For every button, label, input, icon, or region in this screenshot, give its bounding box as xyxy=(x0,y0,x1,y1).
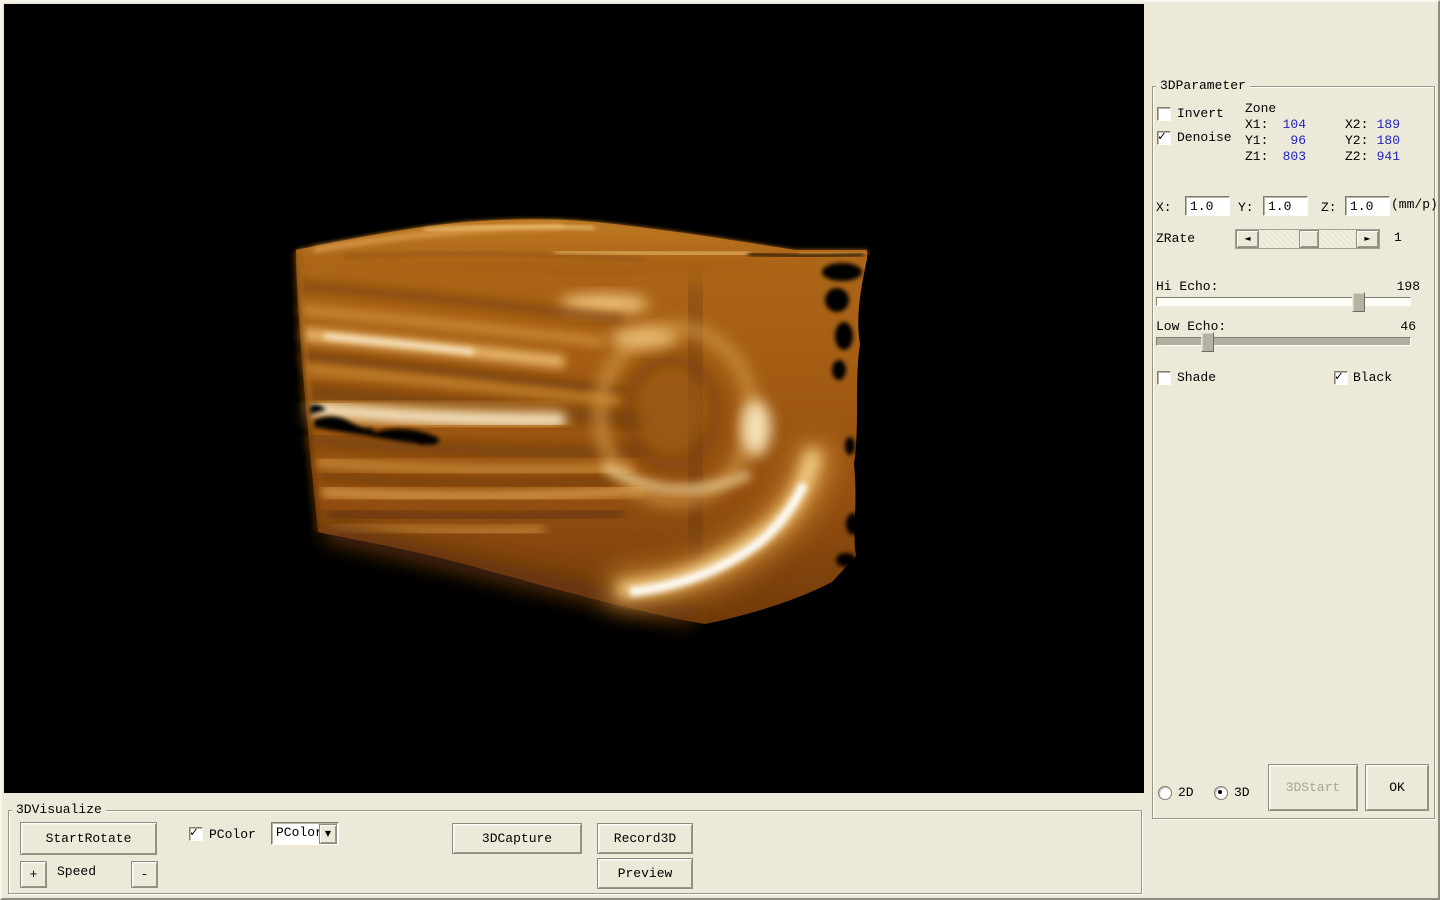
speed-minus-button[interactable]: - xyxy=(131,861,158,888)
zone-x2-label: X2: xyxy=(1345,117,1368,132)
start3d-button[interactable]: 3DStart xyxy=(1268,764,1358,811)
zrate-value: 1 xyxy=(1394,230,1402,245)
preview-button[interactable]: Preview xyxy=(597,858,693,889)
zrate-scrollbar[interactable]: ◄ ► xyxy=(1235,229,1380,249)
zone-y2-value: 180 xyxy=(1370,133,1400,148)
scale-unit-label: (mm/p) xyxy=(1391,197,1438,212)
denoise-checkbox[interactable]: ✓ xyxy=(1157,131,1171,145)
shade-label: Shade xyxy=(1177,370,1216,385)
visualize-groupbox-title: 3DVisualize xyxy=(12,802,106,817)
hi-echo-track[interactable] xyxy=(1156,297,1411,306)
mode-2d-radio[interactable] xyxy=(1158,786,1172,800)
pcolor-label: PColor xyxy=(209,827,256,842)
zone-x1-value: 104 xyxy=(1272,117,1306,132)
zrate-label: ZRate xyxy=(1156,231,1195,246)
black-label: Black xyxy=(1353,370,1392,385)
mode-3d-radio[interactable] xyxy=(1214,786,1228,800)
y-scale-input[interactable]: 1.0 xyxy=(1263,196,1308,216)
zone-z2-value: 941 xyxy=(1370,149,1400,164)
speed-label: Speed xyxy=(57,864,96,879)
left-arrow-icon: ◄ xyxy=(1244,235,1250,243)
z-scale-label: Z: xyxy=(1321,200,1337,215)
chevron-down-icon: ▼ xyxy=(325,830,331,838)
zone-y2-label: Y2: xyxy=(1345,133,1368,148)
ok-button[interactable]: OK xyxy=(1365,764,1429,811)
y-scale-label: Y: xyxy=(1238,200,1254,215)
application-window: 3DParameter Invert ✓ Denoise Zone X1: 10… xyxy=(0,0,1440,900)
3dcapture-button[interactable]: 3DCapture xyxy=(452,823,582,854)
denoise-label: Denoise xyxy=(1177,130,1232,145)
zone-z1-label: Z1: xyxy=(1245,149,1268,164)
speed-plus-button[interactable]: + xyxy=(20,861,47,888)
check-icon: ✓ xyxy=(1335,369,1343,384)
zone-y1-value: 96 xyxy=(1272,133,1306,148)
zrate-right-arrow-button[interactable]: ► xyxy=(1356,230,1379,248)
zone-x2-value: 189 xyxy=(1370,117,1400,132)
zone-z2-label: Z2: xyxy=(1345,149,1368,164)
record3d-button[interactable]: Record3D xyxy=(597,823,693,854)
zrate-left-arrow-button[interactable]: ◄ xyxy=(1236,230,1259,248)
start-rotate-button[interactable]: StartRotate xyxy=(20,822,157,855)
pcolor-dropdown[interactable]: PColor ▼ xyxy=(271,822,339,845)
right-arrow-icon: ► xyxy=(1364,235,1370,243)
pcolor-dropdown-value: PColor xyxy=(276,825,323,841)
x-scale-label: X: xyxy=(1156,200,1172,215)
shade-checkbox[interactable] xyxy=(1157,371,1171,385)
check-icon: ✓ xyxy=(1158,129,1166,144)
pcolor-checkbox[interactable]: ✓ xyxy=(189,827,203,841)
hi-echo-value: 198 xyxy=(1370,279,1420,294)
x-scale-input[interactable]: 1.0 xyxy=(1185,196,1230,216)
radio-dot-icon xyxy=(1218,790,1222,794)
pcolor-dropdown-button[interactable]: ▼ xyxy=(319,824,337,844)
black-checkbox[interactable]: ✓ xyxy=(1334,371,1348,385)
mode-2d-label: 2D xyxy=(1178,785,1194,800)
hi-echo-label: Hi Echo: xyxy=(1156,279,1218,294)
low-echo-label: Low Echo: xyxy=(1156,319,1226,334)
low-echo-thumb[interactable] xyxy=(1201,332,1214,352)
ultrasound-volume-render xyxy=(4,4,1144,793)
zone-z1-value: 803 xyxy=(1272,149,1306,164)
zrate-thumb[interactable] xyxy=(1299,230,1319,248)
zone-label: Zone xyxy=(1245,101,1276,116)
hi-echo-thumb[interactable] xyxy=(1352,292,1365,312)
param-groupbox-title: 3DParameter xyxy=(1156,78,1250,93)
low-echo-track[interactable] xyxy=(1156,337,1411,346)
low-echo-value: 46 xyxy=(1370,319,1416,334)
invert-label: Invert xyxy=(1177,106,1224,121)
zone-x1-label: X1: xyxy=(1245,117,1268,132)
invert-checkbox[interactable] xyxy=(1157,107,1171,121)
3d-viewport[interactable] xyxy=(4,4,1144,793)
mode-3d-label: 3D xyxy=(1234,785,1250,800)
z-scale-input[interactable]: 1.0 xyxy=(1345,196,1390,216)
zone-y1-label: Y1: xyxy=(1245,133,1268,148)
check-icon: ✓ xyxy=(190,825,198,840)
